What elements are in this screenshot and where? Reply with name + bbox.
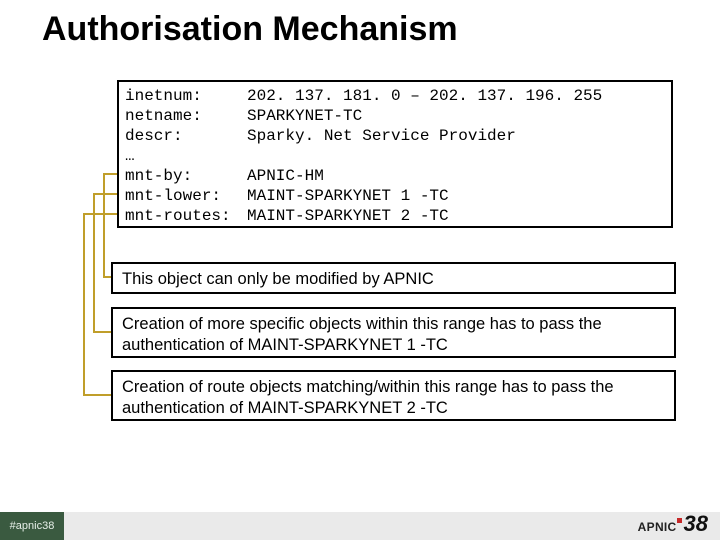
logo-dot-icon: [677, 518, 682, 523]
page-title: Authorisation Mechanism: [42, 10, 458, 49]
field-val-mntroutes: MAINT-SPARKYNET 2 -TC: [247, 207, 449, 225]
field-key-ellipsis: …: [125, 146, 247, 166]
slide: Authorisation Mechanism inetnum:202. 137…: [0, 0, 720, 540]
explain-mnt-routes: Creation of route objects matching/withi…: [111, 370, 676, 421]
field-val-netname: SPARKYNET-TC: [247, 107, 362, 125]
apnic-logo: APNIC 38: [638, 511, 708, 537]
field-val-mntlower: MAINT-SPARKYNET 1 -TC: [247, 187, 449, 205]
explain-mnt-by: This object can only be modified by APNI…: [111, 262, 676, 294]
field-key-netname: netname:: [125, 106, 247, 126]
footer-bar: [0, 512, 720, 540]
hashtag-badge: #apnic38: [0, 512, 64, 540]
field-val-inetnum: 202. 137. 181. 0 – 202. 137. 196. 255: [247, 87, 602, 105]
logo-number: 38: [684, 511, 708, 537]
field-key-mntroutes: mnt-routes:: [125, 206, 247, 226]
field-key-descr: descr:: [125, 126, 247, 146]
whois-object: inetnum:202. 137. 181. 0 – 202. 137. 196…: [125, 86, 665, 226]
field-key-mntlower: mnt-lower:: [125, 186, 247, 206]
explain-mnt-lower: Creation of more specific objects within…: [111, 307, 676, 358]
field-key-mntby: mnt-by:: [125, 166, 247, 186]
whois-object-box: inetnum:202. 137. 181. 0 – 202. 137. 196…: [117, 80, 673, 228]
field-key-inetnum: inetnum:: [125, 86, 247, 106]
logo-text: APNIC: [638, 520, 677, 534]
field-val-mntby: APNIC-HM: [247, 167, 324, 185]
field-val-descr: Sparky. Net Service Provider: [247, 127, 516, 145]
